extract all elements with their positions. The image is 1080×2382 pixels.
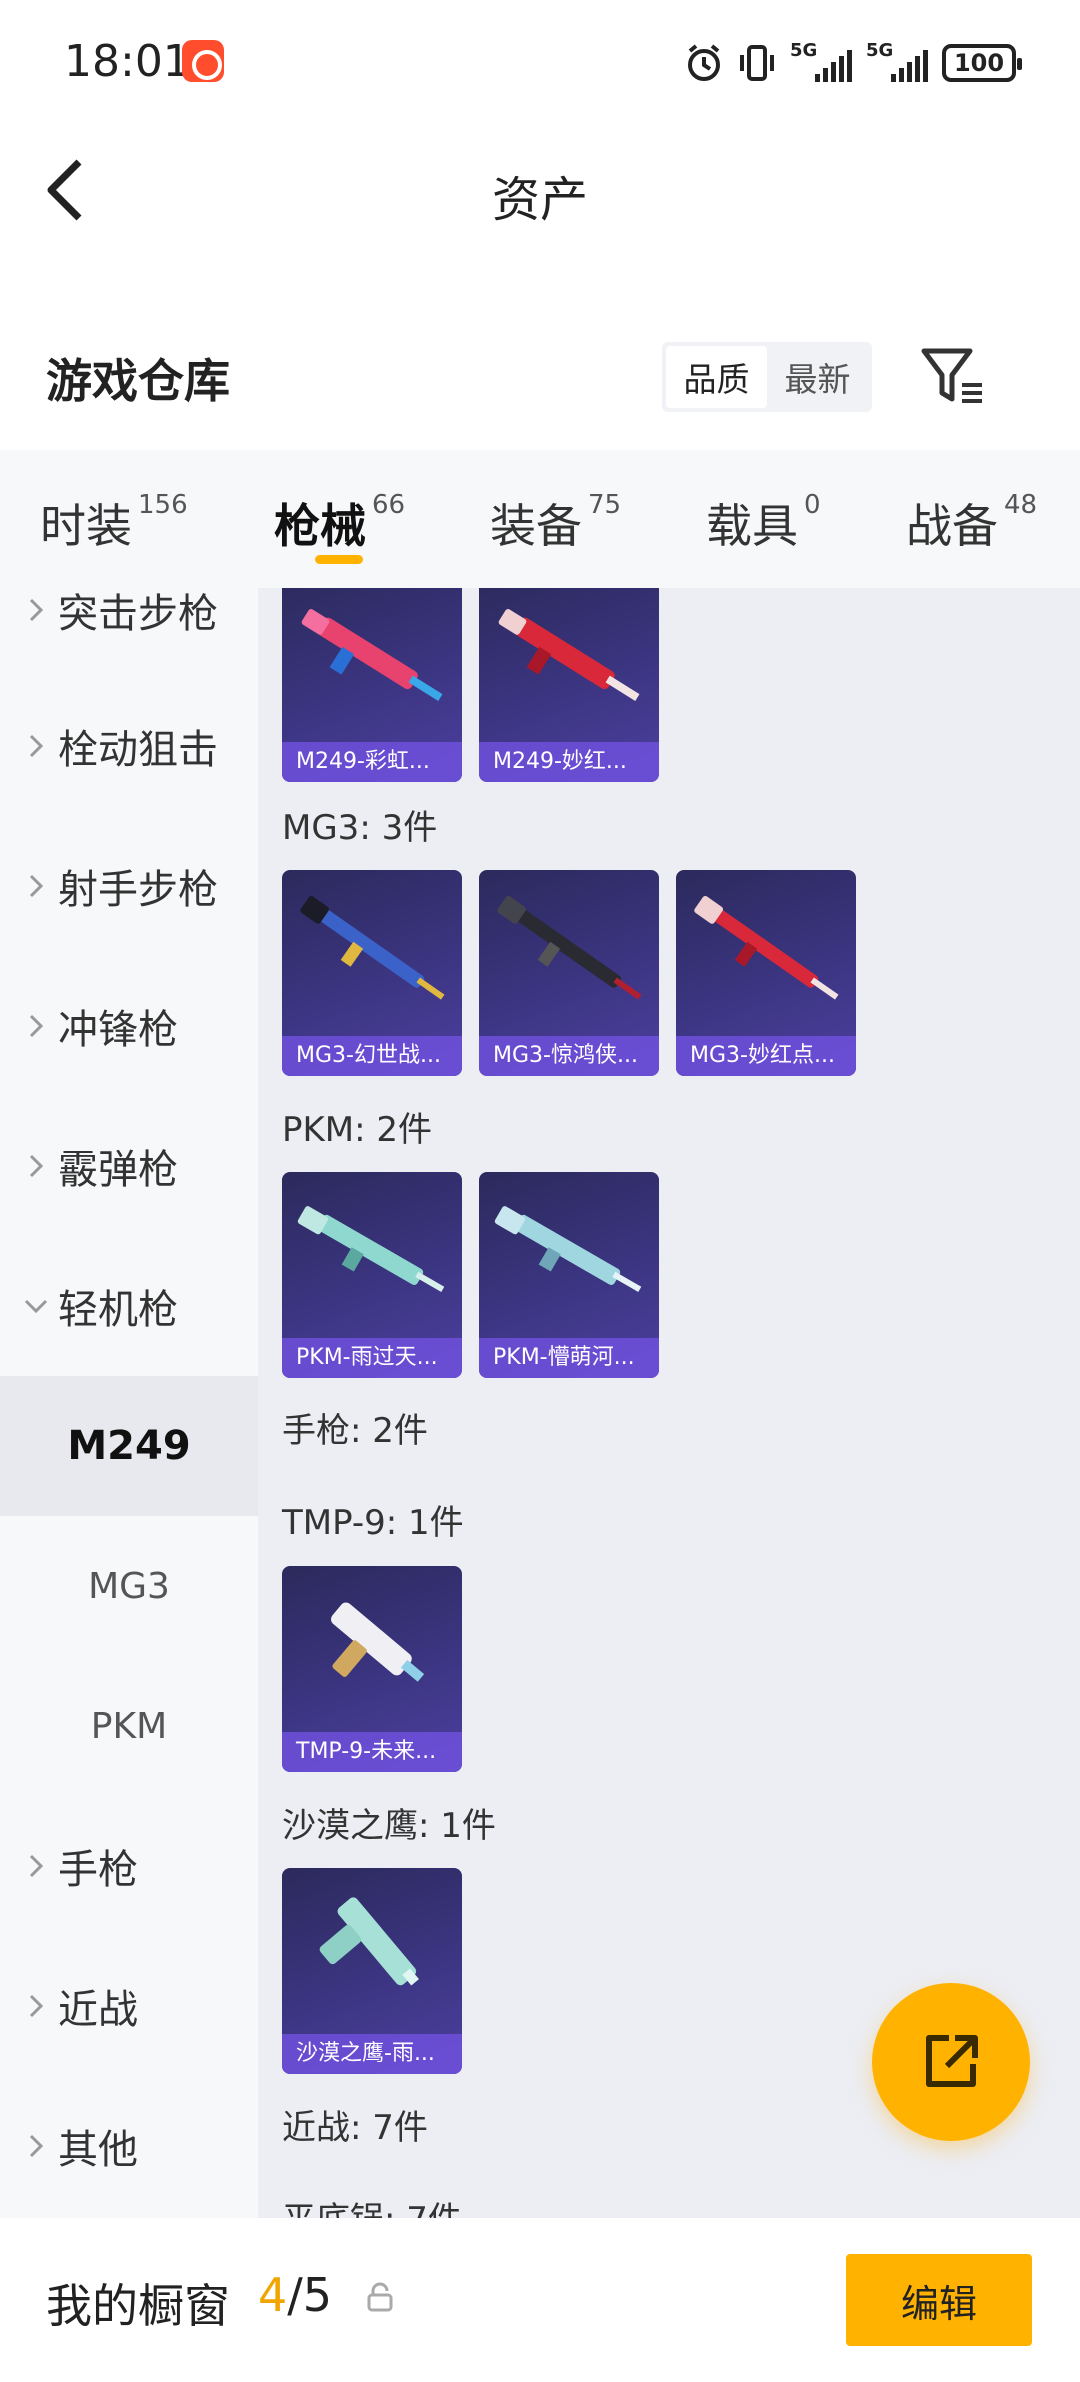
group-label-deagle: 沙漠之鹰: 1件 xyxy=(282,1806,496,1846)
item-name: PKM-雨过天... xyxy=(282,1338,462,1378)
sidebar-sub-pkm[interactable]: PKM xyxy=(0,1656,258,1796)
group-label-pan: 平底锅: 7件 xyxy=(282,2192,462,2218)
sidebar-item-bolt-sniper[interactable]: 栓动狙击 xyxy=(0,686,258,806)
pkm-cute-weapon-image xyxy=(494,1206,642,1292)
mg3-red-weapon-image xyxy=(694,895,839,1000)
item-card[interactable]: PKM-雨过天... xyxy=(282,1172,462,1378)
sort-by-quality[interactable]: 品质 xyxy=(666,346,767,408)
category-tabs: 时装 156 枪械 66 装备 75 载具 0 战备 48 xyxy=(0,450,1080,590)
vibrate-icon xyxy=(738,43,776,83)
item-name: M249-彩虹... xyxy=(282,742,462,782)
weapon-grid: M249-彩虹... M249-妙红... MG3: 3件 MG3-幻世战...… xyxy=(258,588,1080,2218)
tab-equipment[interactable]: 装备 75 xyxy=(490,490,621,556)
chevron-right-icon xyxy=(20,1993,52,2019)
showcase-label: 我的橱窗 xyxy=(46,2279,230,2333)
item-card[interactable]: MG3-幻世战... xyxy=(282,870,462,1076)
item-card[interactable]: MG3-惊鸿侠... xyxy=(479,870,659,1076)
item-card[interactable]: TMP-9-未来... xyxy=(282,1566,462,1772)
sidebar-item-melee[interactable]: 近战 xyxy=(0,1946,258,2066)
chevron-right-icon xyxy=(20,1853,52,1879)
share-button[interactable] xyxy=(872,1983,1030,2141)
item-card[interactable]: M249-彩虹... xyxy=(282,588,462,782)
item-card[interactable]: PKM-懵萌河... xyxy=(479,1172,659,1378)
sort-toggle: 品质 最新 xyxy=(662,342,872,412)
signal-5g-icon-1: 5G xyxy=(790,40,852,84)
chevron-right-icon xyxy=(20,873,52,899)
filter-icon xyxy=(921,348,982,403)
chevron-down-icon xyxy=(20,1298,52,1314)
sidebar-sub-mg3[interactable]: MG3 xyxy=(0,1516,258,1656)
mg3-fantasy-weapon-image xyxy=(300,895,445,1000)
item-name: MG3-妙红点... xyxy=(676,1036,856,1076)
chevron-right-icon xyxy=(20,733,52,759)
sidebar-item-smg[interactable]: 冲锋枪 xyxy=(0,966,258,1086)
warehouse-title: 游戏仓库 xyxy=(46,354,230,408)
alarm-icon xyxy=(684,43,724,83)
tab-battle-prep[interactable]: 战备 48 xyxy=(906,490,1037,556)
group-label-melee: 近战: 7件 xyxy=(282,2108,428,2148)
group-label-mg3: MG3: 3件 xyxy=(282,808,438,848)
showcase-count: 4/5 xyxy=(258,2268,332,2322)
item-name: 沙漠之鹰-雨... xyxy=(282,2034,462,2074)
item-name: MG3-幻世战... xyxy=(282,1036,462,1076)
sidebar-item-other[interactable]: 其他 xyxy=(0,2086,258,2206)
tab-guns[interactable]: 枪械 66 xyxy=(274,490,405,556)
deagle-rain-weapon-image xyxy=(319,1897,419,1986)
sidebar-item-lmg[interactable]: 轻机枪 xyxy=(0,1246,258,1366)
chevron-right-icon xyxy=(20,597,52,623)
filter-button[interactable] xyxy=(920,345,990,407)
share-icon xyxy=(926,2035,978,2087)
group-label-pistol: 手枪: 2件 xyxy=(282,1411,428,1451)
sidebar-item-shotgun[interactable]: 霰弹枪 xyxy=(0,1106,258,1226)
chevron-right-icon xyxy=(20,1153,52,1179)
item-card[interactable]: MG3-妙红点... xyxy=(676,870,856,1076)
item-name: TMP-9-未来... xyxy=(282,1732,462,1772)
group-label-pkm: PKM: 2件 xyxy=(282,1110,433,1150)
signal-5g-icon-2: 5G xyxy=(866,40,928,84)
status-icons: 5G 5G 100 xyxy=(684,40,1022,86)
sidebar-item-assault-rifle[interactable]: 突击步枪 xyxy=(0,588,258,670)
item-card[interactable]: 沙漠之鹰-雨... xyxy=(282,1868,462,2074)
showcase-current: 4 xyxy=(258,2268,288,2322)
status-bar: 18:01 5G 5G 100 xyxy=(0,0,1080,125)
m249-rainbow-weapon-image xyxy=(301,609,443,701)
weapon-category-sidebar: 突击步枪 栓动狙击 射手步枪 冲锋枪 霰弹枪 轻机枪 M249 MG3 PKM … xyxy=(0,588,258,2218)
showcase-total: /5 xyxy=(287,2268,333,2322)
page-title: 资产 xyxy=(491,172,588,228)
mg3-shadow-weapon-image xyxy=(497,895,642,1000)
m249-red-weapon-image xyxy=(498,609,640,701)
sidebar-item-marksman-rifle[interactable]: 射手步枪 xyxy=(0,826,258,946)
chevron-right-icon xyxy=(20,1013,52,1039)
item-card[interactable]: M249-妙红... xyxy=(479,588,659,782)
sort-by-newest[interactable]: 最新 xyxy=(767,346,868,408)
tab-fashion[interactable]: 时装 156 xyxy=(40,490,188,556)
battery-level: 100 xyxy=(953,49,1005,77)
tmp9-future-weapon-image xyxy=(331,1602,425,1682)
item-name: MG3-惊鸿侠... xyxy=(479,1036,659,1076)
active-tab-indicator xyxy=(315,555,363,564)
chevron-right-icon xyxy=(20,2133,52,2159)
tab-vehicles[interactable]: 载具 0 xyxy=(706,490,821,556)
group-label-tmp9: TMP-9: 1件 xyxy=(282,1503,464,1543)
app-notification-icon xyxy=(182,40,224,82)
item-name: PKM-懵萌河... xyxy=(479,1338,659,1378)
battery-icon: 100 xyxy=(942,44,1022,82)
edit-button[interactable]: 编辑 xyxy=(846,2254,1032,2346)
lock-icon xyxy=(367,2282,393,2312)
showcase-bar: 我的橱窗 4/5 编辑 xyxy=(0,2218,1080,2382)
status-time: 18:01 xyxy=(64,36,191,87)
sidebar-sub-m249[interactable]: M249 xyxy=(0,1376,258,1516)
item-name: M249-妙红... xyxy=(479,742,659,782)
pkm-rain-weapon-image xyxy=(297,1206,445,1292)
sidebar-item-pistol[interactable]: 手枪 xyxy=(0,1806,258,1926)
